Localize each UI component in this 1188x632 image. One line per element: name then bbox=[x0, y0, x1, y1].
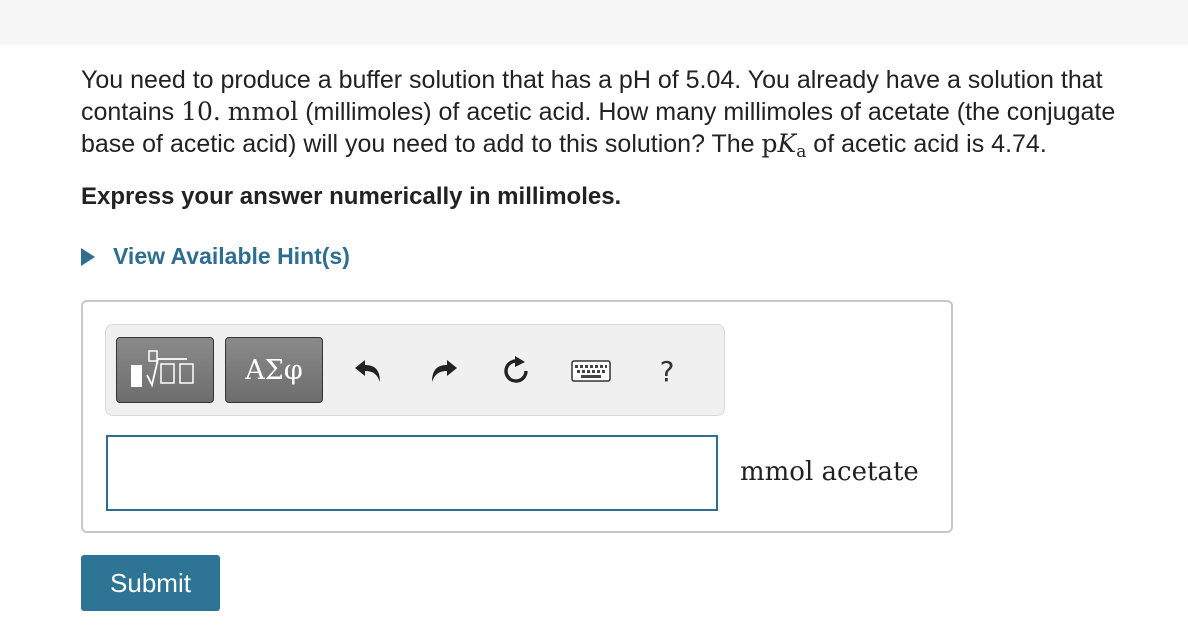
instruction-text: Express your answer numerically in milli… bbox=[81, 183, 622, 210]
question-unit: mmol bbox=[227, 97, 299, 126]
view-hints-link[interactable]: View Available Hint(s) bbox=[81, 243, 350, 270]
math-toolbar: ΑΣφ ? bbox=[105, 324, 725, 416]
symbols-button[interactable]: ΑΣφ bbox=[225, 337, 323, 403]
answer-panel: ΑΣφ ? mmol acetate bbox=[81, 300, 953, 533]
question-amount: 10. bbox=[181, 97, 221, 126]
question-text: You need to produce a buffer solution th… bbox=[81, 64, 1171, 163]
answer-input[interactable] bbox=[106, 435, 718, 511]
reset-button[interactable] bbox=[499, 355, 533, 387]
hint-label: View Available Hint(s) bbox=[113, 243, 350, 269]
reset-icon bbox=[504, 356, 528, 383]
undo-button[interactable] bbox=[351, 355, 385, 387]
keyboard-button[interactable] bbox=[570, 355, 612, 387]
keyboard-icon bbox=[571, 360, 611, 382]
templates-button[interactable] bbox=[116, 337, 214, 403]
pka-k: K bbox=[777, 129, 797, 158]
redo-icon bbox=[432, 360, 457, 382]
submit-button[interactable]: Submit bbox=[81, 555, 220, 611]
help-button[interactable]: ? bbox=[655, 355, 679, 388]
pka-p: p bbox=[761, 129, 778, 158]
answer-unit-label: mmol acetate bbox=[740, 457, 919, 487]
pka-subscript: a bbox=[796, 142, 807, 162]
caret-right-icon bbox=[81, 247, 95, 266]
question-part-3: of acetic acid is 4.74. bbox=[806, 130, 1047, 158]
templates-icon bbox=[131, 350, 194, 388]
top-bar bbox=[0, 0, 1188, 45]
undo-icon bbox=[355, 360, 380, 382]
redo-button[interactable] bbox=[427, 355, 461, 387]
